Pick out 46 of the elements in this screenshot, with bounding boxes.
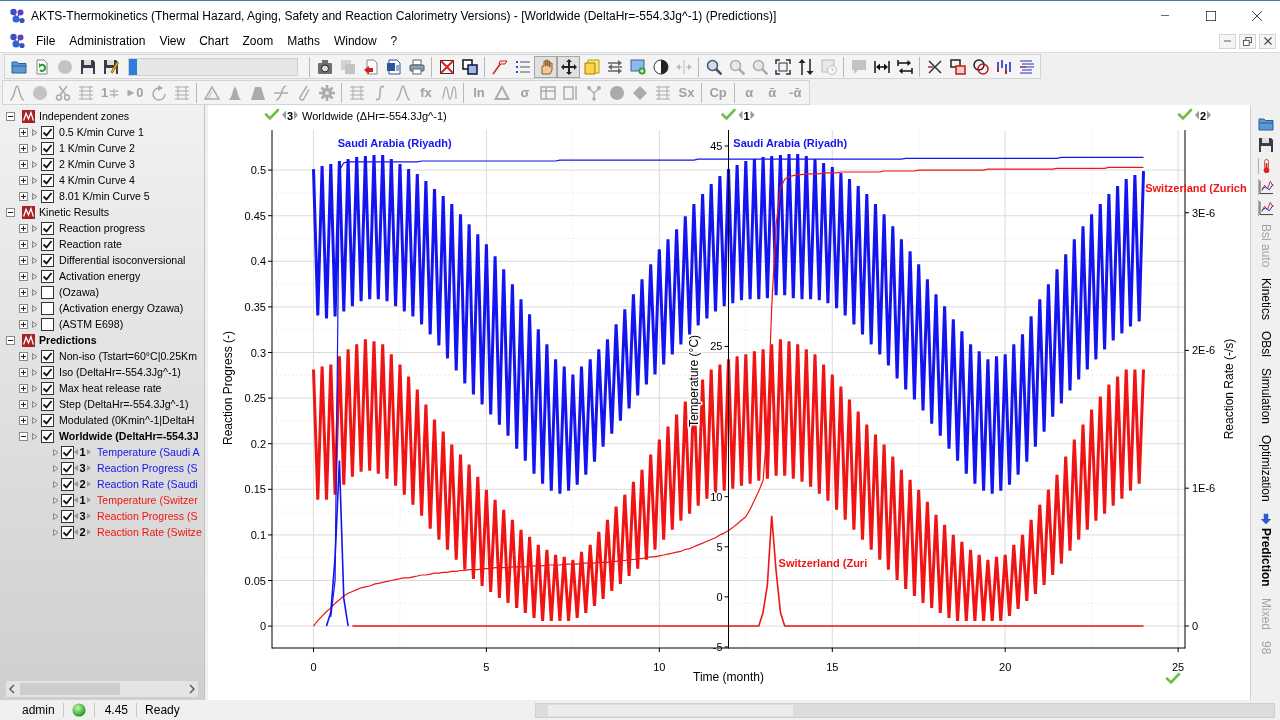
axis-tick-label: 2E-6: [1192, 344, 1216, 357]
axis-tick-label: 0.3: [250, 346, 266, 359]
status-text: Ready: [145, 703, 180, 717]
axis-tick-label: 20: [999, 661, 1012, 673]
axis-tick-label: 25: [710, 340, 723, 353]
axis-title: Reaction Rate (-/s): [1222, 338, 1236, 440]
series-label: Switzerland (Zurich: [1145, 182, 1247, 194]
series-label: Saudi Arabia (Riyadh): [733, 137, 848, 150]
axis-tick-label: 0.15: [244, 483, 266, 496]
axis-tick-label: 0: [310, 661, 317, 673]
axis-tick-label: 3E-6: [1192, 206, 1216, 219]
axis-title: Time (month): [693, 670, 764, 684]
window-title: AKTS-Thermokinetics (Thermal Hazard, Aging, Safety and Reaction Calorimetry Versions) - [Worldwide (DeltaHr=-554.3Jg^-1) (Predictions)]: [31, 8, 778, 23]
axis-title: Temperature (°C): [687, 334, 701, 428]
axis-tick-label: 0.35: [244, 300, 266, 313]
series-label: Saudi Arabia (Riyadh): [337, 137, 452, 150]
series-label: Switzerland (Zuri: [778, 556, 868, 569]
axis-badge: 3: [74, 461, 91, 475]
axis-badge: 1: [74, 445, 91, 459]
axis-tick-label: 45: [710, 140, 723, 152]
axis-tick-label: 15: [826, 661, 839, 673]
axis-tick-label: 0: [1192, 620, 1199, 632]
axis-tick-label: 10: [653, 661, 666, 673]
axis-tick-label: 25: [1171, 661, 1185, 673]
axis-tick-label: 0.45: [244, 209, 266, 222]
axis-tick-label: 0.5: [250, 164, 266, 177]
axis-tick-label: -5: [712, 641, 723, 653]
axis-tick-label: 0.2: [250, 437, 266, 450]
axis-tick-label: 0: [716, 590, 723, 603]
axis-badge: 1: [74, 493, 91, 507]
axis-title: Reaction Progress (-): [221, 331, 235, 445]
axis-tick-label: 0.1: [250, 528, 266, 541]
axis-badge: 2: [74, 525, 91, 539]
axis-tick-label: 0.05: [244, 574, 266, 587]
axis-tick-label: 10: [710, 490, 723, 503]
axis-tick-label: 1E-6: [1192, 482, 1216, 495]
axis-badge: 3: [74, 509, 91, 523]
status-text: 4.45: [104, 703, 129, 717]
axis-badge: 2: [74, 477, 91, 491]
chart-title: Worldwide (ΔHr=-554.3Jg^-1): [302, 110, 447, 122]
axis-tick-label: 0.25: [244, 392, 266, 405]
axis-tick-label: 5: [716, 540, 723, 553]
axis-tick-label: 0: [259, 620, 266, 633]
status-text: admin: [22, 703, 55, 717]
axis-tick-label: 5: [483, 661, 490, 673]
axis-tick-label: 0.4: [250, 255, 266, 268]
